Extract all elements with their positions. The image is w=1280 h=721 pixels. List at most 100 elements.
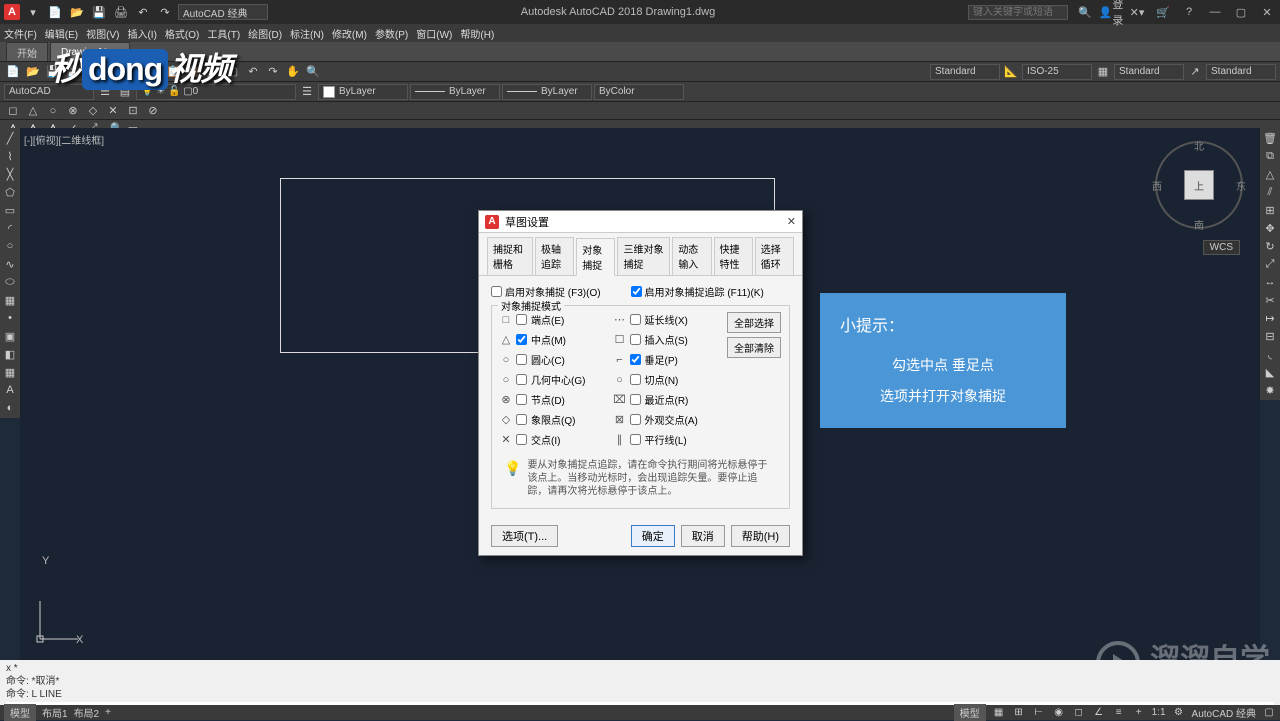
app-combo[interactable]: AutoCAD [4, 84, 94, 100]
cancel-button[interactable]: 取消 [681, 525, 725, 547]
tab-snap-grid[interactable]: 捕捉和栅格 [487, 237, 533, 275]
paste-icon[interactable]: 📋 [184, 63, 202, 81]
layer-icon[interactable]: ☰ [96, 83, 114, 101]
tablestyle-combo[interactable]: Standard [1114, 64, 1184, 80]
menu-modify[interactable]: 修改(M) [332, 26, 367, 41]
viewcube-north[interactable]: 北 [1194, 138, 1204, 153]
extend-icon[interactable]: ↦ [1262, 310, 1278, 326]
erase-icon[interactable]: 🗑 [1262, 130, 1278, 146]
gradient-icon[interactable]: ◐ [2, 400, 18, 416]
viewcube-south[interactable]: 南 [1194, 217, 1204, 232]
linetype-combo[interactable]: ByLayer [410, 84, 500, 100]
ellipse-icon[interactable]: ⬭ [2, 274, 18, 290]
snap-end-icon[interactable]: ◻ [4, 102, 22, 120]
snap-mid-icon[interactable]: △ [24, 102, 42, 120]
sb-otrack-icon[interactable]: ∠ [1092, 706, 1106, 720]
layeriso-icon[interactable]: ☰ [298, 83, 316, 101]
preview-icon[interactable]: 🔍 [104, 63, 122, 81]
osnap-right-6[interactable]: ∥ 平行线(L) [614, 432, 718, 447]
osnap-right-2[interactable]: ⌐ 垂足(P) [614, 352, 718, 367]
tab-polar[interactable]: 极轴追踪 [535, 237, 574, 275]
chamfer-icon[interactable]: ◣ [1262, 364, 1278, 380]
select-all-button[interactable]: 全部选择 [727, 312, 781, 333]
sb-dyn-icon[interactable]: + [1132, 706, 1146, 720]
osnap-right-0[interactable]: ⋯ 延长线(X) [614, 312, 718, 327]
exchange-icon[interactable]: ✕▾ [1128, 3, 1146, 21]
qat-open-icon[interactable]: 📂 [68, 3, 86, 21]
qat-undo-icon[interactable]: ↶ [134, 3, 152, 21]
stretch-icon[interactable]: ↔ [1262, 274, 1278, 290]
osnap-right-4[interactable]: ⌧ 最近点(R) [614, 392, 718, 407]
rotate-icon[interactable]: ↻ [1262, 238, 1278, 254]
tab-dyninput[interactable]: 动态输入 [672, 237, 711, 275]
osnap-left-1[interactable]: △ 中点(M) [500, 332, 604, 347]
trim-icon[interactable]: ✂ [1262, 292, 1278, 308]
sb-snap-icon[interactable]: ⊞ [1012, 706, 1026, 720]
osnap-left-4[interactable]: ⊗ 节点(D) [500, 392, 604, 407]
menu-view[interactable]: 视图(V) [86, 26, 119, 41]
pan-icon[interactable]: ✋ [284, 63, 302, 81]
layout-1[interactable]: 布局1 [42, 705, 68, 720]
tab-osnap[interactable]: 对象捕捉 [576, 238, 615, 276]
command-line[interactable]: x * 命令: *取消* 命令: L LINE ▸_ LINE 指定第一个点: … [0, 660, 1280, 705]
tab-quickprop[interactable]: 快捷特性 [714, 237, 753, 275]
tab-close-icon[interactable]: × [113, 47, 119, 58]
explode-icon[interactable]: ✸ [1262, 382, 1278, 398]
lineweight-combo[interactable]: ByLayer [502, 84, 592, 100]
osnap-left-6[interactable]: ✕ 交点(I) [500, 432, 604, 447]
cut-icon[interactable]: ✂ [144, 63, 162, 81]
menu-dim[interactable]: 标注(N) [290, 26, 324, 41]
dialog-close-button[interactable]: ✕ [787, 215, 796, 228]
sb-lwt-icon[interactable]: ≡ [1112, 706, 1126, 720]
copy2-icon[interactable]: ⧉ [1262, 148, 1278, 164]
wcs-label[interactable]: WCS [1203, 240, 1240, 255]
block-icon[interactable]: ▢ [224, 63, 242, 81]
sb-scale[interactable]: 1:1 [1152, 707, 1166, 718]
sb-polar-icon[interactable]: ◉ [1052, 706, 1066, 720]
sb-model[interactable]: 模型 [954, 704, 986, 721]
minimize-button[interactable]: — [1206, 3, 1224, 21]
mtext-icon[interactable]: A [2, 382, 18, 398]
osnap-left-5[interactable]: ◇ 象限点(Q) [500, 412, 604, 427]
viewcube-west[interactable]: 西 [1152, 178, 1162, 193]
dimstyle-icon[interactable]: 📐 [1002, 63, 1020, 81]
menu-file[interactable]: 文件(F) [4, 26, 37, 41]
login-button[interactable]: 👤 登录 [1102, 3, 1120, 21]
match-icon[interactable]: 🖌 [204, 63, 222, 81]
circle-icon[interactable]: ○ [2, 238, 18, 254]
menu-icon[interactable]: ▾ [24, 3, 42, 21]
viewcube-east[interactable]: 东 [1236, 178, 1246, 193]
sb-gear-icon[interactable]: ⚙ [1172, 706, 1186, 720]
menu-edit[interactable]: 编辑(E) [45, 26, 78, 41]
osnap-right-5[interactable]: ⊠ 外观交点(A) [614, 412, 718, 427]
pline-icon[interactable]: ⌇ [2, 148, 18, 164]
textstyle-combo[interactable]: Standard [930, 64, 1000, 80]
mirror-icon[interactable]: △ [1262, 166, 1278, 182]
help-button[interactable]: 帮助(H) [731, 525, 790, 547]
new-icon[interactable]: 📄 [4, 63, 22, 81]
plot-icon[interactable]: 🖨 [84, 63, 102, 81]
osnap-left-3[interactable]: ○ 几何中心(G) [500, 372, 604, 387]
array-icon[interactable]: ⊞ [1262, 202, 1278, 218]
drawing-tab[interactable]: Drawing1*× [50, 42, 130, 61]
zoom-icon[interactable]: 🔍 [304, 63, 322, 81]
viewcube[interactable]: 上 北 南 西 东 [1154, 140, 1244, 230]
table-icon[interactable]: ▦ [2, 364, 18, 380]
options-button[interactable]: 选项(T)... [491, 525, 558, 547]
qat-print-icon[interactable]: 🖨 [112, 3, 130, 21]
polygon-icon[interactable]: ⬠ [2, 184, 18, 200]
open-icon[interactable]: 📂 [24, 63, 42, 81]
tab-cycling[interactable]: 选择循环 [755, 237, 794, 275]
dialog-titlebar[interactable]: A 草图设置 ✕ [479, 211, 802, 233]
dimstyle-combo[interactable]: ISO-25 [1022, 64, 1092, 80]
start-tab[interactable]: 开始 [6, 42, 48, 61]
ok-button[interactable]: 确定 [631, 525, 675, 547]
xline-icon[interactable]: ╳ [2, 166, 18, 182]
qat-redo-icon[interactable]: ↷ [156, 3, 174, 21]
layout-add-button[interactable]: + [105, 707, 111, 718]
menu-param[interactable]: 参数(P) [375, 26, 408, 41]
new-tab-button[interactable]: + [132, 42, 152, 61]
menu-draw[interactable]: 绘图(D) [248, 26, 282, 41]
sb-grid-icon[interactable]: ▦ [992, 706, 1006, 720]
snap-quad-icon[interactable]: ◇ [84, 102, 102, 120]
